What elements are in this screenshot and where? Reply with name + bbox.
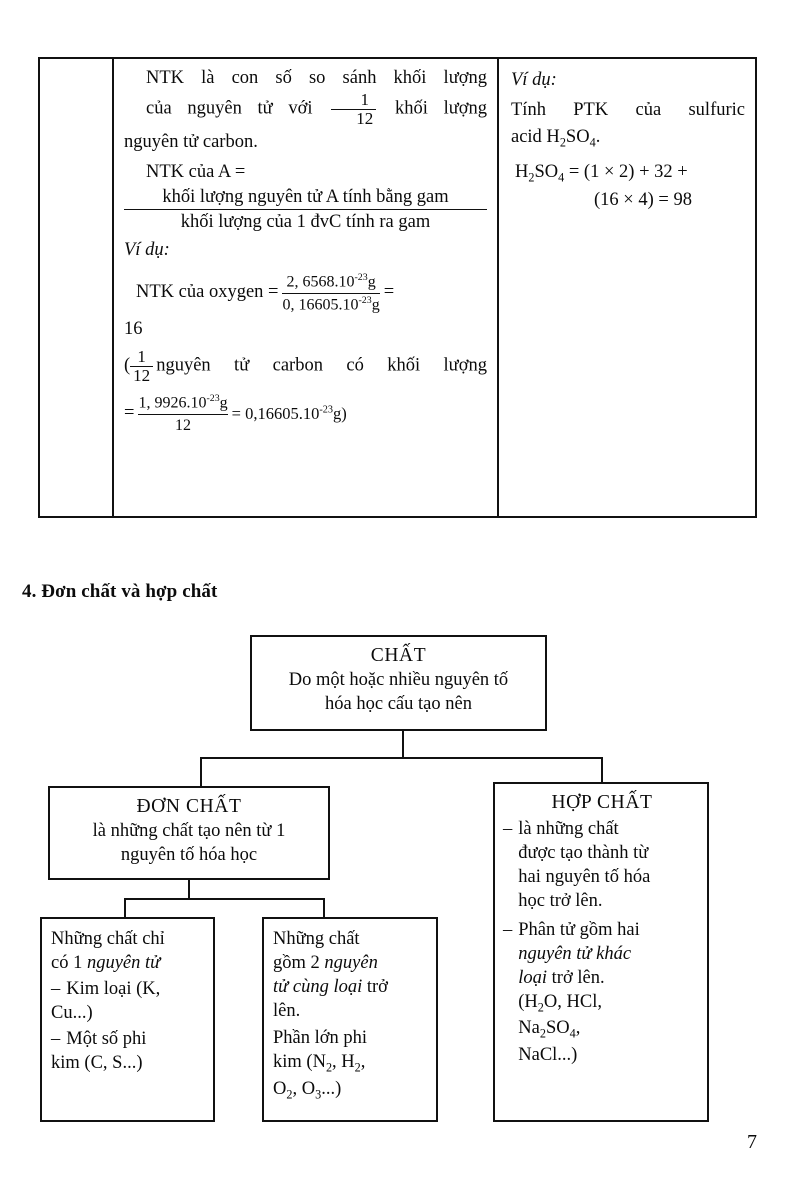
hop-chat-formula-l3: NaCl...) (518, 1044, 578, 1065)
sub-right-l2-ital: nguyên (324, 953, 378, 974)
sub-right-l7-c: ...) (321, 1078, 342, 1099)
sub-left-item-1-l2: Cu...) (51, 1003, 93, 1024)
hop-chat-item-2-dash: – (503, 919, 513, 940)
sub-right-line-5: Phần lớn phi (273, 1028, 368, 1049)
connector-to-don-chat (200, 757, 203, 786)
sub-left-l2-a: có 1 (51, 953, 87, 974)
sub-left-item-2-dash: – (51, 1029, 61, 1050)
sub-right-l6-c: , (360, 1052, 366, 1073)
hop-chat-item-1: – là những chất được tạo thành từ hai ng… (503, 817, 701, 913)
formula-h2o-a: (H (518, 991, 538, 1012)
sub-left-item-1-dash: – (51, 979, 61, 1000)
connector-to-hop-chat (601, 757, 604, 782)
formula-na2so4-c: , (575, 1018, 581, 1039)
connector-to-sub-right (323, 898, 326, 917)
sub-left-item-2-l1: Một số phi (66, 1029, 147, 1050)
sub-right-l3-ital: tử cùng loại (273, 977, 363, 998)
diagram-box-chat: CHẤT Do một hoặc nhiều nguyên tố hóa học… (250, 635, 547, 731)
sub-left-item-1-l1: Kim loại (K, (66, 979, 161, 1000)
hop-chat-item-2-l1: Phân tử gồm hai (518, 919, 640, 940)
connector-level1-horizontal (200, 757, 603, 760)
sub-right-l3-rest: trở (362, 977, 388, 998)
sub-right-l6-b: , H (332, 1052, 355, 1073)
hop-chat-item-1-text: là những chất được tạo thành từ hai nguy… (518, 817, 701, 913)
chat-line-1: Do một hoặc nhiều nguyên tố (288, 670, 509, 691)
formula-na2so4-b: SO (545, 1018, 570, 1039)
hop-chat-formula-l1: (H2O, HCl, (518, 990, 701, 1017)
hop-chat-item-2-l3-rest: trở lên. (547, 967, 605, 988)
sub-right-line-4: lên. (273, 1001, 301, 1022)
sub-left-item-2: – Một số phi (51, 1027, 206, 1051)
sub-left-item-1-text: Kim loại (K, (66, 977, 206, 1001)
sub-right-line-2: gồm 2 nguyên (273, 951, 429, 975)
connector-to-sub-left (124, 898, 127, 917)
connector-don-chat-stem (188, 880, 191, 900)
diagram-box-sub-right: Những chất gồm 2 nguyên tử cùng loại trở… (262, 917, 438, 1122)
hop-chat-item-2: – Phân tử gồm hai nguyên tử khác loại tr… (503, 918, 701, 1067)
chat-title: CHẤT (370, 645, 427, 666)
hop-chat-item-1-l4: học trở lên. (518, 891, 603, 912)
sub-left-item-2-l2: kim (C, S...) (51, 1053, 143, 1074)
connector-root-stem (402, 731, 405, 758)
hop-chat-item-1-l2: được tạo thành từ (518, 843, 649, 864)
sub-left-item-1: – Kim loại (K, (51, 977, 206, 1001)
sub-right-l7-b: , O (292, 1078, 316, 1099)
sub-right-line-6: kim (N2, H2, (273, 1050, 429, 1077)
hop-chat-item-2-text: Phân tử gồm hai nguyên tử khác loại trở … (518, 918, 701, 1067)
sub-left-line-2: có 1 nguyên tử (51, 951, 206, 975)
sub-right-l7-a: O (273, 1078, 287, 1099)
hop-chat-item-1-dash: – (503, 819, 513, 840)
formula-na2so4-a: Na (518, 1018, 540, 1039)
diagram-box-sub-left: Những chất chỉ có 1 nguyên tử – Kim loại… (40, 917, 215, 1122)
hop-chat-item-2-l3: loại trở lên. (518, 966, 701, 990)
textbook-page: NTK là con số so sánh khối lượng của ngu… (0, 0, 795, 1200)
don-chat-line-1: là những chất tạo nên từ 1 (92, 821, 286, 842)
hop-chat-title: HỢP CHẤT (551, 792, 653, 813)
sub-left-line-1: Những chất chỉ (51, 929, 165, 949)
sub-left-l2-ital: nguyên tử (86, 953, 161, 974)
sub-right-line-7: O2, O3...) (273, 1077, 429, 1104)
formula-h2o-b: O, HCl, (543, 991, 602, 1012)
don-chat-line-2: nguyên tố hóa học (120, 845, 258, 866)
chat-line-2: hóa học cấu tạo nên (325, 694, 472, 715)
sub-right-l2-a: gồm 2 (273, 953, 325, 974)
sub-right-line-3: tử cùng loại trở (273, 975, 429, 999)
sub-right-line-1: Những chất (273, 929, 360, 949)
concept-diagram: CHẤT Do một hoặc nhiều nguyên tố hóa học… (0, 0, 795, 1200)
page-number: 7 (747, 1131, 757, 1153)
hop-chat-formula-l2: Na2SO4, (518, 1016, 701, 1043)
connector-level2-horizontal (124, 898, 325, 901)
hop-chat-item-1-l1: là những chất (518, 819, 619, 840)
sub-right-l6-a: kim (N (273, 1052, 326, 1073)
sub-left-item-2-text: Một số phi (66, 1027, 206, 1051)
diagram-box-hop-chat: HỢP CHẤT – là những chất được tạo thành … (493, 782, 709, 1122)
hop-chat-item-1-l3: hai nguyên tố hóa (518, 867, 651, 888)
hop-chat-item-2-l2: nguyên tử khác (518, 943, 632, 964)
hop-chat-item-2-l3-ital: loại (518, 967, 548, 988)
don-chat-title: ĐƠN CHẤT (136, 796, 242, 817)
diagram-box-don-chat: ĐƠN CHẤT là những chất tạo nên từ 1 nguy… (48, 786, 330, 880)
